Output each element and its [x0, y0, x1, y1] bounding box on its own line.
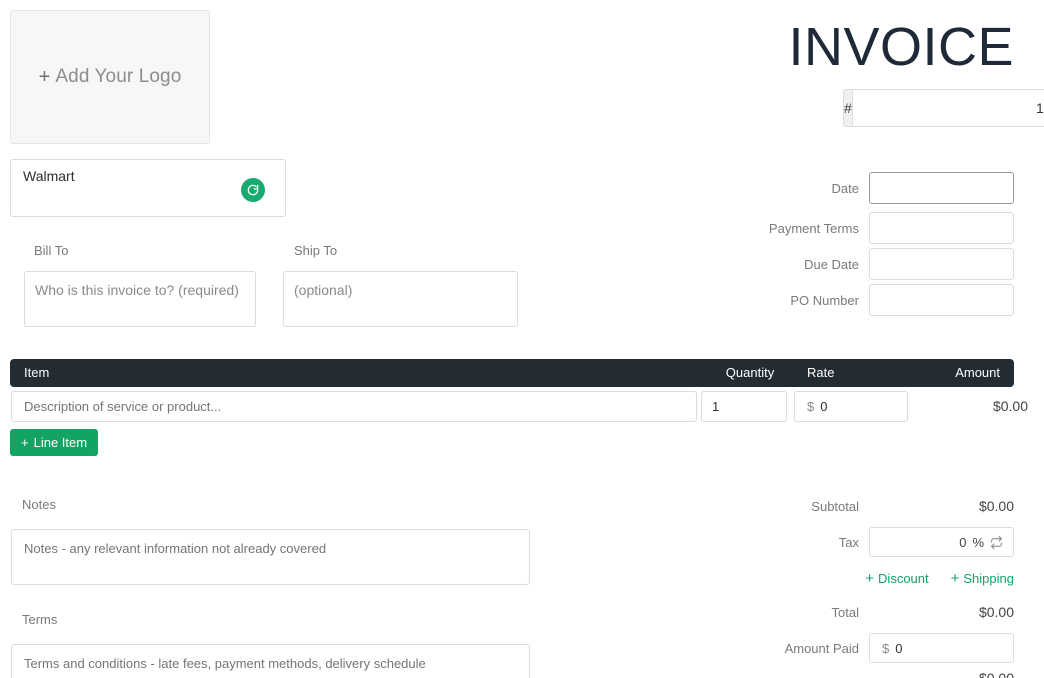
add-logo-dropzone[interactable]: + Add Your Logo	[10, 10, 210, 144]
date-row: Date	[724, 172, 1014, 204]
date-input[interactable]	[869, 172, 1014, 204]
column-header-rate: Rate	[807, 365, 835, 380]
amount-paid-row: Amount Paid $	[784, 633, 1044, 663]
notes-label: Notes	[22, 497, 56, 512]
column-header-item: Item	[24, 365, 50, 380]
bill-to-input[interactable]: Who is this invoice to? (required)	[24, 271, 256, 327]
notes-textarea[interactable]	[11, 529, 530, 585]
swap-icon[interactable]	[990, 535, 1003, 549]
tax-row: Tax 0 %	[839, 527, 1014, 557]
invoice-number-input[interactable]	[851, 89, 1044, 127]
po-number-input[interactable]	[869, 284, 1014, 316]
items-table-header: Item Quantity Rate Amount	[10, 359, 1014, 387]
add-logo-text: Add Your Logo	[55, 66, 182, 87]
add-logo-label: + Add Your Logo	[39, 66, 182, 88]
page-title: INVOICE	[788, 17, 1014, 77]
invoice-number-group: #	[843, 89, 1044, 127]
po-number-row: PO Number	[724, 284, 1014, 316]
from-company-value: Walmart	[23, 168, 75, 184]
from-company-field[interactable]: Walmart	[10, 159, 286, 217]
add-discount-label: Discount	[878, 571, 929, 586]
item-amount-value: $0.00	[992, 398, 1028, 414]
payment-terms-input[interactable]	[869, 212, 1014, 244]
tax-value: 0	[959, 534, 967, 550]
terms-label: Terms	[22, 612, 58, 627]
amount-paid-label: Amount Paid	[784, 640, 859, 656]
column-header-quantity: Quantity	[725, 365, 775, 380]
tax-label: Tax	[838, 534, 859, 550]
add-line-item-button[interactable]: + Line Item	[10, 429, 99, 456]
ship-to-label: Ship To	[294, 243, 338, 258]
add-discount-button[interactable]: + Discount	[865, 571, 928, 586]
tax-input[interactable]: 0 %	[869, 527, 1014, 557]
invoice-page: + Add Your Logo INVOICE # Walmart Bill T…	[0, 0, 1044, 678]
plus-icon: +	[21, 435, 29, 450]
terms-textarea[interactable]	[11, 644, 530, 678]
plus-icon: +	[38, 66, 51, 88]
payment-terms-row: Payment Terms	[724, 212, 1014, 244]
bill-to-label: Bill To	[34, 243, 69, 258]
totals-adders: + Discount + Shipping	[865, 571, 1014, 586]
item-quantity-input[interactable]	[701, 391, 787, 422]
total-label: Total	[831, 604, 859, 620]
currency-icon: $	[807, 399, 815, 414]
balance-due-value: $0.00	[978, 670, 1014, 678]
due-date-label: Due Date	[804, 256, 859, 272]
plus-icon: +	[950, 570, 960, 587]
due-date-input[interactable]	[869, 248, 1014, 280]
amount-paid-group: $	[869, 633, 1044, 663]
column-header-amount: Amount	[955, 365, 1000, 380]
item-description-input[interactable]	[11, 391, 697, 422]
subtotal-value: $0.00	[978, 498, 1014, 514]
refresh-icon[interactable]	[241, 178, 265, 202]
amount-paid-input[interactable]	[895, 634, 1044, 662]
total-row: Total $0.00	[832, 604, 1014, 620]
add-shipping-button[interactable]: + Shipping	[951, 571, 1014, 586]
subtotal-row: Subtotal $0.00	[811, 498, 1014, 514]
percent-sign: %	[972, 534, 984, 550]
item-rate-input[interactable]	[820, 392, 1005, 421]
date-label: Date	[831, 180, 859, 196]
po-number-label: PO Number	[790, 292, 859, 308]
add-shipping-label: Shipping	[963, 571, 1014, 586]
add-line-item-label: Line Item	[33, 435, 88, 450]
plus-icon: +	[865, 570, 875, 587]
due-date-row: Due Date	[724, 248, 1014, 280]
hash-icon: #	[843, 89, 852, 127]
currency-icon: $	[882, 640, 890, 656]
payment-terms-label: Payment Terms	[768, 220, 859, 236]
ship-to-input[interactable]: (optional)	[283, 271, 518, 327]
item-rate-group: $	[794, 391, 1005, 422]
subtotal-label: Subtotal	[811, 498, 859, 514]
total-value: $0.00	[978, 604, 1014, 620]
